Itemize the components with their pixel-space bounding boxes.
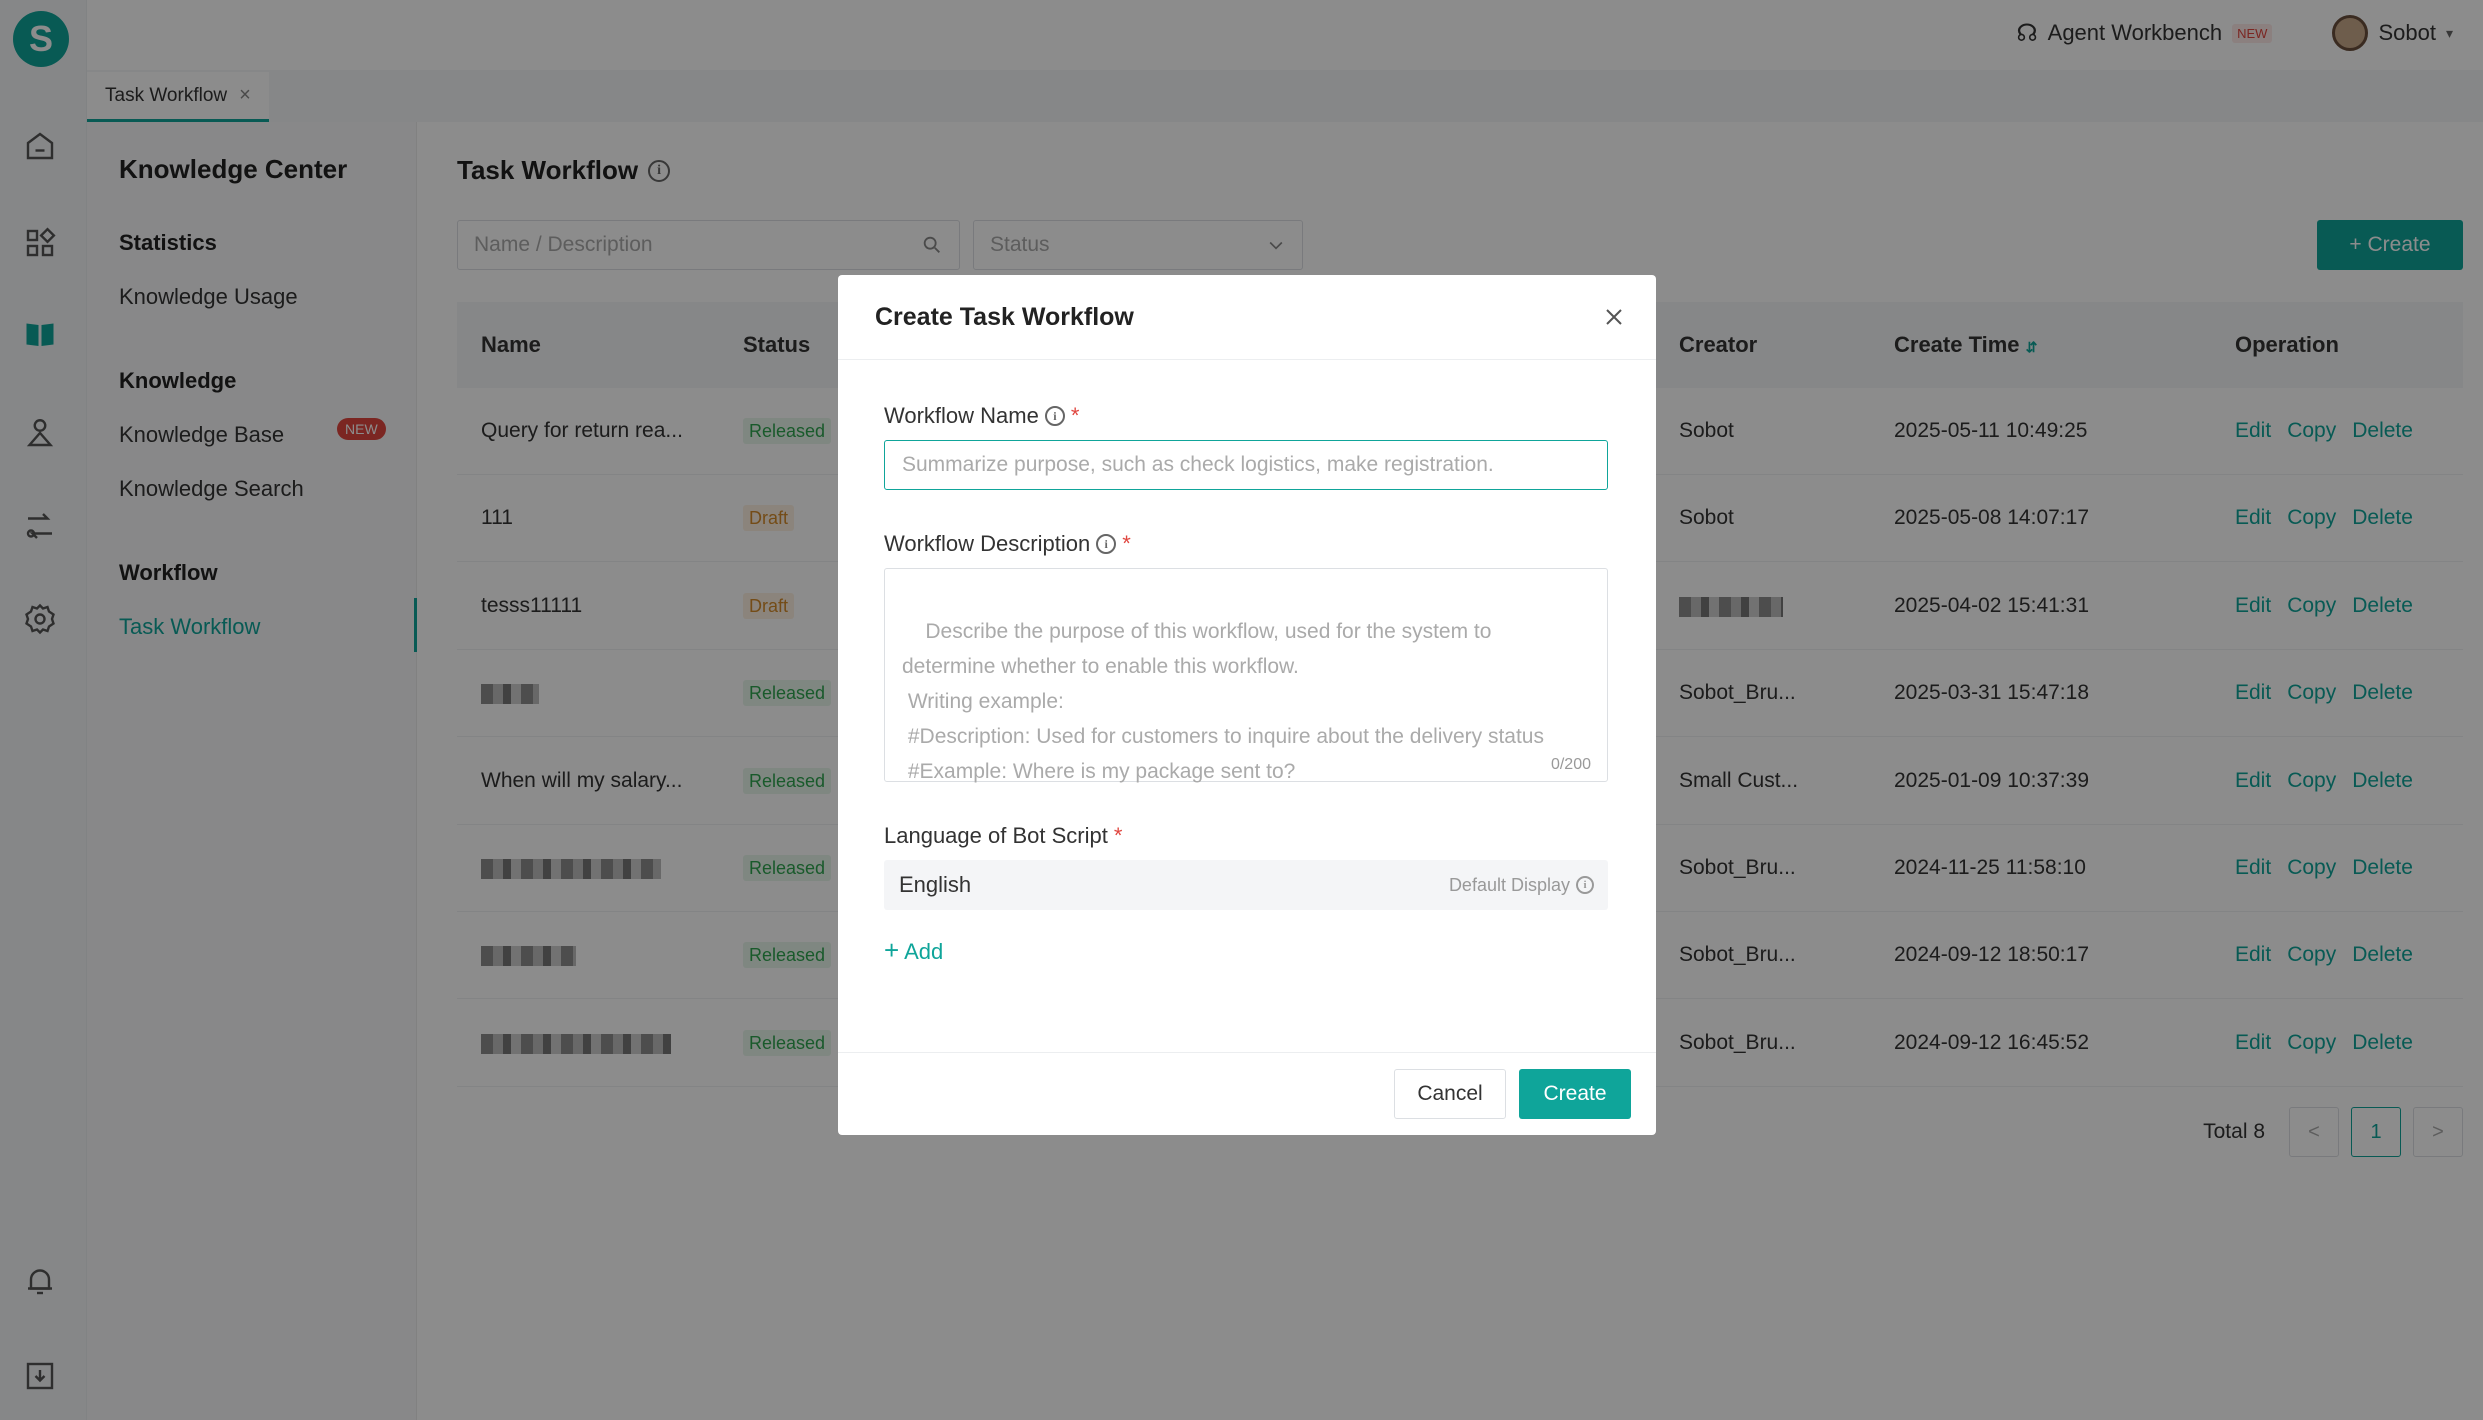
add-language-button[interactable]: + Add [884, 935, 943, 966]
description-placeholder: Describe the purpose of this workflow, u… [902, 620, 1544, 783]
create-workflow-dialog: Create Task Workflow Workflow Name i * S… [838, 275, 1656, 1135]
required-mark: * [1113, 823, 1123, 848]
char-counter: 0/200 [1550, 756, 1591, 773]
language-label: Language of Bot Script * [884, 823, 1123, 848]
default-display-label: Default Display i [1449, 860, 1594, 910]
language-row: English Default Display i [884, 860, 1608, 910]
plus-icon: + [884, 935, 900, 965]
workflow-description-input[interactable]: Describe the purpose of this workflow, u… [884, 568, 1608, 783]
required-mark: * [1070, 403, 1080, 428]
info-icon[interactable]: i [1096, 534, 1117, 554]
language-value: English [899, 872, 972, 897]
workflow-description-label: Workflow Description i * [884, 531, 1131, 556]
dialog-footer: Cancel Create [838, 1052, 1656, 1135]
dialog-title: Create Task Workflow [875, 303, 1134, 331]
workflow-name-label: Workflow Name i * [884, 403, 1080, 428]
workflow-name-input[interactable]: Summarize purpose, such as check logisti… [884, 440, 1608, 490]
close-icon[interactable] [1602, 305, 1626, 329]
info-icon[interactable]: i [1044, 406, 1065, 426]
required-mark: * [1122, 531, 1131, 556]
create-submit-button[interactable]: Create [1519, 1069, 1631, 1119]
dialog-header: Create Task Workflow [838, 275, 1656, 360]
info-icon[interactable]: i [1576, 876, 1594, 894]
cancel-button[interactable]: Cancel [1394, 1069, 1506, 1119]
